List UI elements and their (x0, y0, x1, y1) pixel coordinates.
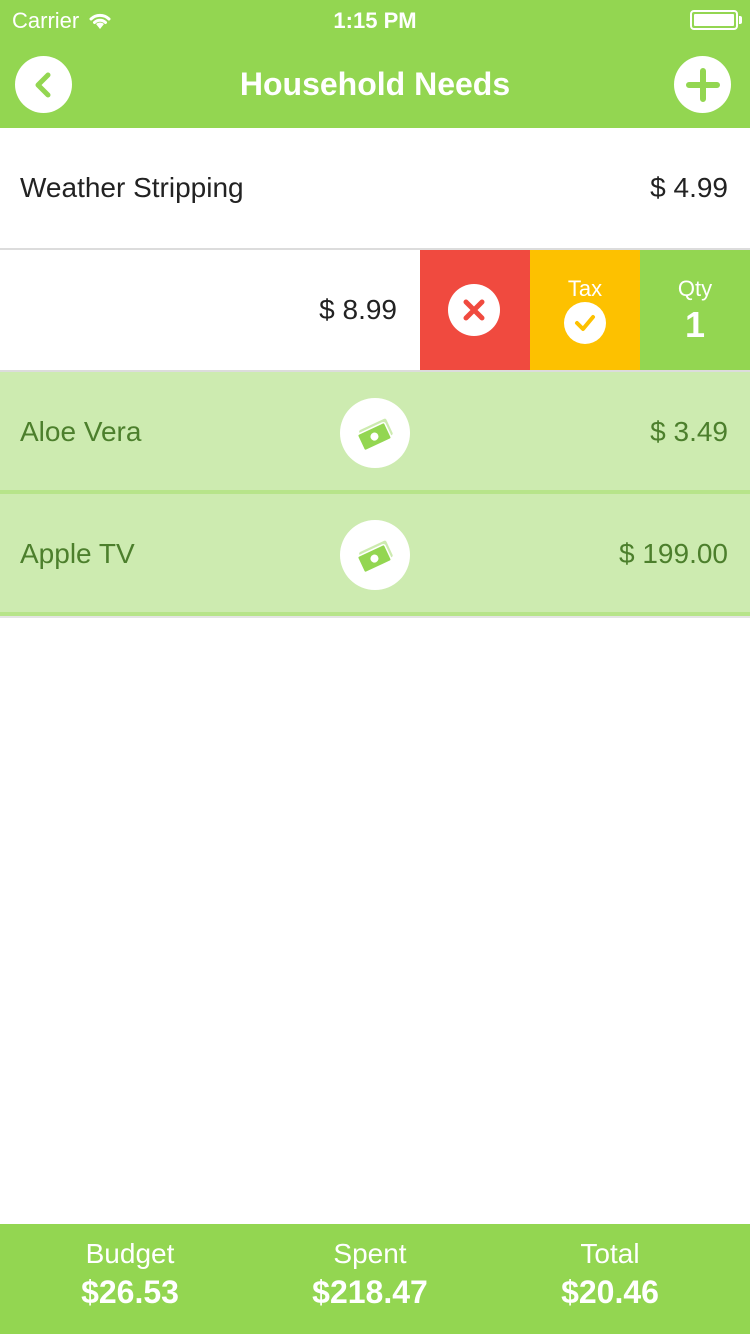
plus-icon (685, 67, 720, 102)
item-price: $ 4.99 (650, 172, 728, 203)
money-icon[interactable] (340, 520, 410, 590)
item-price: $ 8.99 (319, 294, 397, 325)
budget-value: $26.53 (81, 1274, 179, 1310)
battery-icon (690, 10, 742, 30)
item-list: Weather Stripping $ 4.99 $ 8.99 Tax Qty … (0, 128, 750, 618)
list-item-purchased[interactable]: Aloe Vera $ 3.49 (0, 372, 750, 494)
item-name: Apple TV (20, 538, 135, 569)
list-item-purchased[interactable]: Apple TV $ 199.00 (0, 494, 750, 616)
item-name: Aloe Vera (20, 416, 142, 447)
qty-label: Qty (677, 276, 713, 301)
quantity-button[interactable]: Qty 1 (640, 250, 750, 370)
x-icon (448, 284, 500, 336)
total-label: Total (580, 1238, 640, 1269)
status-bar: Carrier 1:15 PM (0, 0, 750, 40)
list-item-swiped[interactable]: $ 8.99 Tax Qty 1 (0, 250, 750, 372)
spent-stat: Spent $218.47 (245, 1238, 495, 1311)
tax-label: Tax (567, 276, 603, 301)
page-title: Household Needs (239, 66, 511, 102)
money-icon[interactable] (340, 398, 410, 468)
nav-bar: Household Needs (0, 40, 750, 128)
status-time: 1:15 PM (333, 8, 417, 33)
budget-label: Budget (85, 1238, 175, 1269)
item-price: $ 199.00 (619, 538, 728, 569)
list-divider (0, 616, 750, 618)
item-price: $ 3.49 (650, 416, 728, 447)
add-item-button[interactable] (674, 56, 731, 113)
total-stat: Total $20.46 (485, 1238, 735, 1311)
spent-value: $218.47 (312, 1274, 428, 1310)
item-name: Weather Stripping (20, 172, 244, 203)
list-item[interactable]: Weather Stripping $ 4.99 (0, 128, 750, 250)
total-value: $20.46 (561, 1274, 659, 1310)
spent-label: Spent (333, 1238, 407, 1269)
budget-stat[interactable]: Budget $26.53 (5, 1238, 255, 1311)
check-icon (564, 302, 606, 344)
summary-bar: Budget $26.53 Spent $218.47 Total $20.46 (0, 1224, 750, 1334)
delete-button[interactable] (420, 250, 530, 370)
qty-value: 1 (684, 304, 706, 345)
tax-toggle[interactable]: Tax (530, 250, 640, 370)
